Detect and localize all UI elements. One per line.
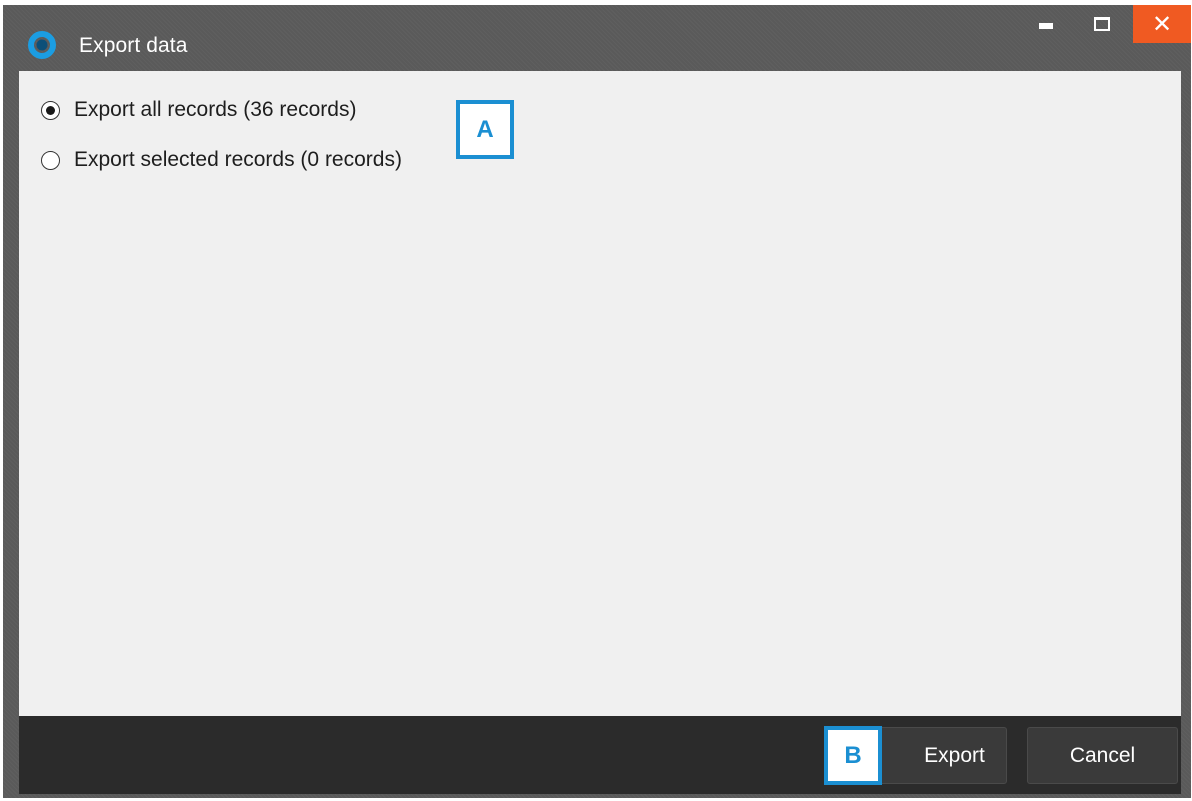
window-title: Export data	[79, 34, 188, 57]
radio-export-all-label[interactable]: Export all records (36 records)	[74, 97, 356, 123]
maximize-button[interactable]	[1075, 5, 1129, 43]
callout-b-badge: B	[824, 726, 882, 785]
export-button[interactable]: Export	[864, 727, 1007, 784]
radio-export-selected[interactable]: Export selected records (0 records)	[41, 145, 402, 175]
dialog-content: Export all records (36 records) Export s…	[19, 71, 1181, 716]
radio-button-checked[interactable]	[41, 100, 60, 120]
cancel-button[interactable]: Cancel	[1027, 727, 1178, 784]
title-bar[interactable]: Export data ✕	[3, 5, 1191, 71]
close-icon: ✕	[1151, 10, 1173, 38]
minimize-icon	[1039, 23, 1053, 29]
dialog-footer: Export B Cancel	[19, 716, 1181, 794]
callout-a-badge: A	[456, 100, 514, 159]
radio-export-selected-label[interactable]: Export selected records (0 records)	[74, 147, 402, 173]
close-button[interactable]: ✕	[1133, 5, 1191, 43]
minimize-button[interactable]	[1019, 5, 1073, 43]
radio-dot	[46, 105, 55, 115]
export-dialog: Export data ✕ Export all records (36 rec…	[3, 5, 1191, 798]
radio-export-all[interactable]: Export all records (36 records)	[41, 95, 356, 125]
app-logo-icon	[28, 31, 56, 59]
radio-button-unchecked[interactable]	[41, 150, 60, 170]
maximize-icon	[1094, 17, 1110, 31]
